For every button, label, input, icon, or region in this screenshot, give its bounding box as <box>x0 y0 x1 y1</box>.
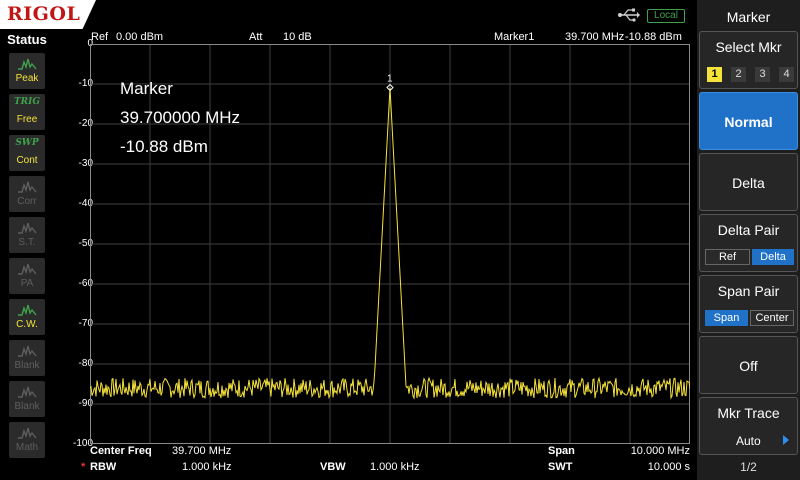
span-pair-label: Span Pair <box>717 283 780 299</box>
top-bar: RIGOL Local <box>0 0 697 30</box>
marker-number-label: 1 <box>387 74 393 85</box>
status-item-math: Math <box>9 422 45 458</box>
status-item-blank: Blank <box>9 340 45 376</box>
att-label: Att <box>249 31 263 43</box>
status-item-label: Free <box>16 114 38 125</box>
off-label: Off <box>739 358 758 374</box>
delta-pair-label: Delta Pair <box>717 222 780 238</box>
att-value: 10 dB <box>283 31 312 43</box>
ref-label: Ref <box>91 31 109 43</box>
status-item-label: Blank <box>14 401 40 412</box>
blank-icon <box>18 386 37 398</box>
softkey-menu: Marker Select Mkr 1 2 3 4 Normal Delta D… <box>697 0 800 480</box>
corr-icon <box>18 181 37 193</box>
peak-icon <box>18 58 37 70</box>
rbw-value: 1.000 kHz <box>182 461 232 473</box>
status-item-label: Peak <box>15 73 39 84</box>
usb-icon <box>618 8 640 22</box>
swt-value: 10.000 s <box>647 461 690 473</box>
vbw-label: VBW <box>320 461 346 473</box>
marker-header-level: -10.88 dBm <box>625 31 682 43</box>
off-softkey[interactable]: Off <box>699 336 798 394</box>
menu-title: Marker <box>726 9 771 25</box>
brand-text: RIGOL <box>7 3 81 25</box>
status-item-pa: PA <box>9 258 45 294</box>
vbw-value: 1.000 kHz <box>370 461 420 473</box>
rigol-logo: RIGOL <box>0 0 96 29</box>
center-freq-value: 39.700 MHz <box>172 445 232 457</box>
status-item-st: S.T. <box>9 217 45 253</box>
delta-label: Delta <box>732 175 765 191</box>
status-item-label: Blank <box>14 360 40 371</box>
span-pair-center-option[interactable]: Center <box>750 310 794 326</box>
delta-pair-softkey[interactable]: Delta Pair Ref Delta <box>699 214 798 272</box>
status-item-tag: SWP <box>15 138 39 148</box>
marker-readout: Marker 39.700000 MHz -10.88 dBm <box>120 74 240 161</box>
status-item-cont: SWP Cont <box>9 135 45 171</box>
marker-3-option[interactable]: 3 <box>755 67 770 82</box>
marker-readout-freq: 39.700000 MHz <box>120 108 241 127</box>
mkr-trace-value: Auto <box>736 434 761 448</box>
status-panel: Status Peak TRIG Free SWP Cont Corr S.T. PA C.W.… <box>0 30 54 480</box>
status-item-blank: Blank <box>9 381 45 417</box>
math-icon <box>18 427 37 439</box>
mkr-trace-softkey[interactable]: Mkr Trace Auto <box>699 397 798 455</box>
delta-pair-ref-option[interactable]: Ref <box>705 249 750 265</box>
status-item-label: Math <box>15 442 39 453</box>
status-item-label: C.W. <box>16 319 38 330</box>
marker-2-option[interactable]: 2 <box>731 67 746 82</box>
spectrum-plot: Ref 0.00 dBm Att 10 dB Marker1 39.700 MH… <box>54 30 697 480</box>
marker-readout-level: -10.88 dBm <box>120 137 208 156</box>
chevron-right-icon <box>783 435 789 445</box>
blank-icon <box>18 345 37 357</box>
normal-softkey[interactable]: Normal <box>699 92 798 150</box>
signal-track-icon <box>18 222 37 234</box>
cw-icon <box>18 304 37 316</box>
status-item-peak: Peak <box>9 53 45 89</box>
rbw-label: RBW <box>90 461 117 473</box>
marker-number-selector: 1 2 3 4 <box>707 67 797 83</box>
select-mkr-softkey[interactable]: Select Mkr 1 2 3 4 <box>699 31 798 89</box>
span-value: 10.000 MHz <box>630 445 690 457</box>
local-status-badge: Local <box>647 9 685 23</box>
select-mkr-label: Select Mkr <box>715 39 782 55</box>
marker-header-label: Marker1 <box>494 31 535 43</box>
status-item-label: Cont <box>16 155 38 166</box>
span-label: Span <box>548 445 575 457</box>
rbw-modified-star: * <box>81 461 86 473</box>
span-pair-softkey[interactable]: Span Pair Span Center <box>699 275 798 333</box>
status-title: Status <box>7 32 47 47</box>
swt-label: SWT <box>548 461 573 473</box>
marker-4-option[interactable]: 4 <box>779 67 794 82</box>
delta-pair-delta-option[interactable]: Delta <box>752 249 794 265</box>
marker-1-option[interactable]: 1 <box>707 67 722 82</box>
delta-softkey[interactable]: Delta <box>699 153 798 211</box>
status-item-label: S.T. <box>18 237 36 248</box>
marker-header-freq: 39.700 MHz <box>565 31 625 43</box>
menu-page-indicator[interactable]: 1/2 <box>697 460 800 474</box>
status-item-label: PA <box>20 278 34 289</box>
preamp-icon <box>18 263 37 275</box>
ref-value: 0.00 dBm <box>116 31 164 43</box>
status-item-free: TRIG Free <box>9 94 45 130</box>
status-item-cw: C.W. <box>9 299 45 335</box>
span-pair-span-option[interactable]: Span <box>705 310 748 326</box>
mkr-trace-label: Mkr Trace <box>717 405 780 421</box>
status-item-tag: TRIG <box>13 97 41 107</box>
normal-label: Normal <box>724 114 773 130</box>
marker-readout-title: Marker <box>120 79 173 98</box>
center-freq-label: Center Freq <box>90 445 152 457</box>
status-item-label: Corr <box>17 196 37 207</box>
status-item-corr: Corr <box>9 176 45 212</box>
